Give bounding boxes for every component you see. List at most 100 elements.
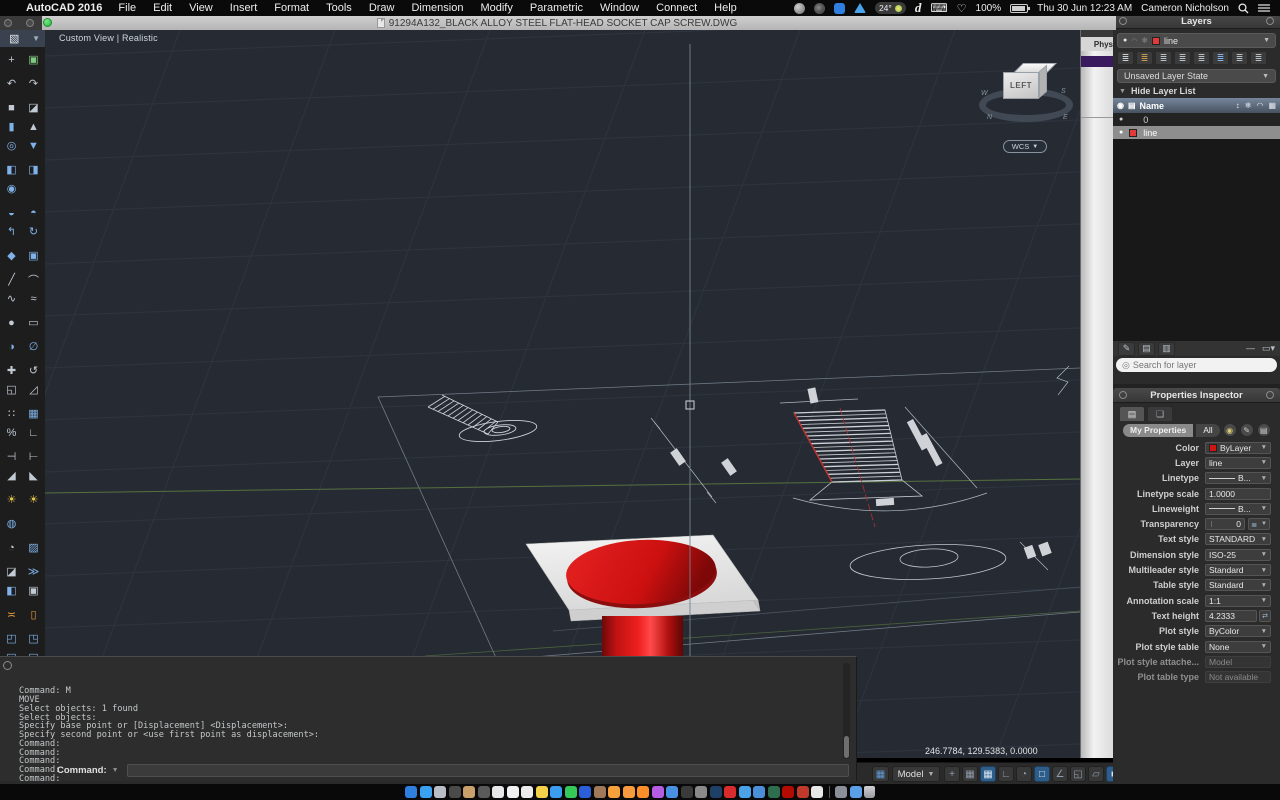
dock-utility[interactable]: [478, 786, 490, 798]
plot-column-icon[interactable]: ▦: [1268, 101, 1276, 110]
compass-south-label[interactable]: S: [1061, 88, 1066, 95]
toolbar-button[interactable]: ◉: [1, 179, 23, 198]
model-space-button[interactable]: Model▼: [892, 766, 940, 782]
dock-autocad[interactable]: [797, 786, 809, 798]
viewcube-front-face[interactable]: LEFT: [1003, 72, 1039, 99]
new-group-filter-button[interactable]: ▤: [1138, 342, 1155, 356]
window-title-bar[interactable]: 91294A132_BLACK ALLOY STEEL FLAT-HEAD SO…: [42, 16, 1116, 30]
dock-itunes[interactable]: [637, 786, 649, 798]
toolbar-button[interactable]: ◿: [23, 380, 45, 399]
off-layer-icon[interactable]: ≣: [1174, 51, 1191, 65]
toolbar-button[interactable]: ◨: [23, 160, 45, 179]
layer-search-field[interactable]: ◎: [1116, 358, 1277, 372]
dock-mail[interactable]: [492, 786, 504, 798]
background-window-sliver[interactable]: Phys: [1080, 30, 1113, 758]
dimension-style-dropdown[interactable]: ISO-25▼: [1205, 549, 1271, 561]
grid-paper-toggle[interactable]: ▦: [962, 766, 978, 782]
palette-collapse-icon[interactable]: [26, 19, 34, 27]
dock-camera[interactable]: [449, 786, 461, 798]
toolbar-button[interactable]: ≍: [1, 605, 23, 624]
toolbar-button[interactable]: ◧: [1, 160, 23, 179]
layer-search-input[interactable]: [1133, 360, 1253, 370]
snap-toggle[interactable]: +: [944, 766, 960, 782]
toolbar-button[interactable]: ↶: [1, 74, 23, 93]
new-property-filter-button[interactable]: ▥: [1158, 342, 1175, 356]
freeze-column-icon[interactable]: ❄: [1245, 101, 1252, 110]
text-height-picker-button[interactable]: ⇄: [1259, 610, 1271, 622]
screw-3d-render[interactable]: [526, 535, 760, 662]
transparency-slider[interactable]: 0: [1205, 518, 1245, 530]
toolbar-button[interactable]: ●: [1, 313, 23, 332]
toolbar-button[interactable]: ◱: [1, 380, 23, 399]
command-line-palette[interactable]: Command: MMOVESelect objects: 1 foundSel…: [0, 656, 857, 781]
dock-maps[interactable]: [666, 786, 678, 798]
blue-app-icon[interactable]: [834, 3, 845, 14]
toolbar-button[interactable]: +: [1, 50, 23, 69]
toolbar-button[interactable]: ▯: [23, 605, 45, 624]
weather-widget[interactable]: 24°: [875, 2, 906, 14]
layer-walk-icon[interactable]: ≣: [1136, 51, 1153, 65]
zoom-traffic-light[interactable]: [43, 18, 52, 27]
dock-appstore[interactable]: [579, 786, 591, 798]
toolbar-button[interactable]: ◒: [1, 203, 23, 222]
freeze-layer-icon[interactable]: ≣: [1155, 51, 1172, 65]
dock-sketch[interactable]: [739, 786, 751, 798]
angle-toggle[interactable]: ∠: [1052, 766, 1068, 782]
dock-vlc-red[interactable]: [724, 786, 736, 798]
toolbar-button[interactable]: ≫: [23, 562, 45, 581]
toolbar-button[interactable]: ◪: [1, 562, 23, 581]
palette-close-icon[interactable]: [1119, 17, 1127, 25]
tab-properties[interactable]: ▤: [1119, 406, 1145, 421]
toolbar-button[interactable]: ◔: [1, 538, 23, 557]
palette-close-icon[interactable]: [4, 19, 12, 27]
menu-item[interactable]: File: [118, 2, 136, 14]
dock-trash[interactable]: [864, 786, 875, 798]
palette-close-icon[interactable]: [3, 661, 12, 670]
dock-excel-green[interactable]: [768, 786, 780, 798]
palette-close-icon[interactable]: [1119, 391, 1127, 399]
panel-options-icon[interactable]: ▭▾: [1262, 343, 1275, 354]
spotlight-search-icon[interactable]: [1238, 3, 1249, 14]
layer-state-dropdown[interactable]: Unsaved Layer State▼: [1117, 69, 1276, 83]
dock-teams[interactable]: [753, 786, 765, 798]
dyn-input-toggle[interactable]: ▱: [1088, 766, 1104, 782]
toolbar-button[interactable]: ▣: [23, 50, 45, 69]
toolbar-button[interactable]: ⌒: [23, 270, 45, 289]
dock-folder-gray[interactable]: [835, 786, 847, 798]
layers-palette-header[interactable]: Layers: [1113, 14, 1280, 29]
menu-item[interactable]: Modify: [480, 2, 512, 14]
drive-icon[interactable]: [854, 3, 866, 13]
lineweight-dropdown[interactable]: B...▼: [1205, 503, 1271, 515]
menu-item[interactable]: Parametric: [530, 2, 583, 14]
new-layer-button[interactable]: ✎: [1118, 342, 1135, 356]
dock-folder-blue[interactable]: [850, 786, 862, 798]
layer-dropdown[interactable]: line▼: [1205, 457, 1271, 469]
chevron-down-icon[interactable]: ▼: [112, 767, 119, 774]
properties-header[interactable]: Properties Inspector: [1113, 388, 1280, 403]
new-layer-icon[interactable]: ≣: [1117, 51, 1134, 65]
menu-item[interactable]: Connect: [656, 2, 697, 14]
toolbar-button[interactable]: [23, 179, 45, 198]
toolbar-button[interactable]: ↷: [23, 74, 45, 93]
dock-facetime[interactable]: [565, 786, 577, 798]
toolbar-button[interactable]: ◪: [23, 98, 45, 117]
command-scrollbar[interactable]: [843, 663, 850, 759]
dock-numbers[interactable]: [608, 786, 620, 798]
toolbar-button[interactable]: ◧: [1, 581, 23, 600]
toolbar-button[interactable]: ◓: [23, 203, 45, 222]
menu-item[interactable]: Tools: [326, 2, 352, 14]
multileader-style-dropdown[interactable]: Standard▼: [1205, 564, 1271, 576]
toolbar-button[interactable]: ∅: [23, 337, 45, 356]
dock-messages[interactable]: [550, 786, 562, 798]
dock-safari[interactable]: [420, 786, 432, 798]
scrollbar-thumb[interactable]: [844, 736, 849, 758]
table-style-dropdown[interactable]: Standard▼: [1205, 579, 1271, 591]
command-input[interactable]: [127, 764, 849, 777]
toolbar-button[interactable]: ◰: [1, 629, 23, 648]
layer-row-line[interactable]: ● line: [1113, 126, 1280, 139]
toolbar-button[interactable]: ■: [1, 98, 23, 117]
unlock-layer-icon[interactable]: ≣: [1231, 51, 1248, 65]
menu-item[interactable]: Dimension: [411, 2, 463, 14]
plot-style-table-dropdown[interactable]: None▼: [1205, 641, 1271, 653]
dock-pages[interactable]: [507, 786, 519, 798]
